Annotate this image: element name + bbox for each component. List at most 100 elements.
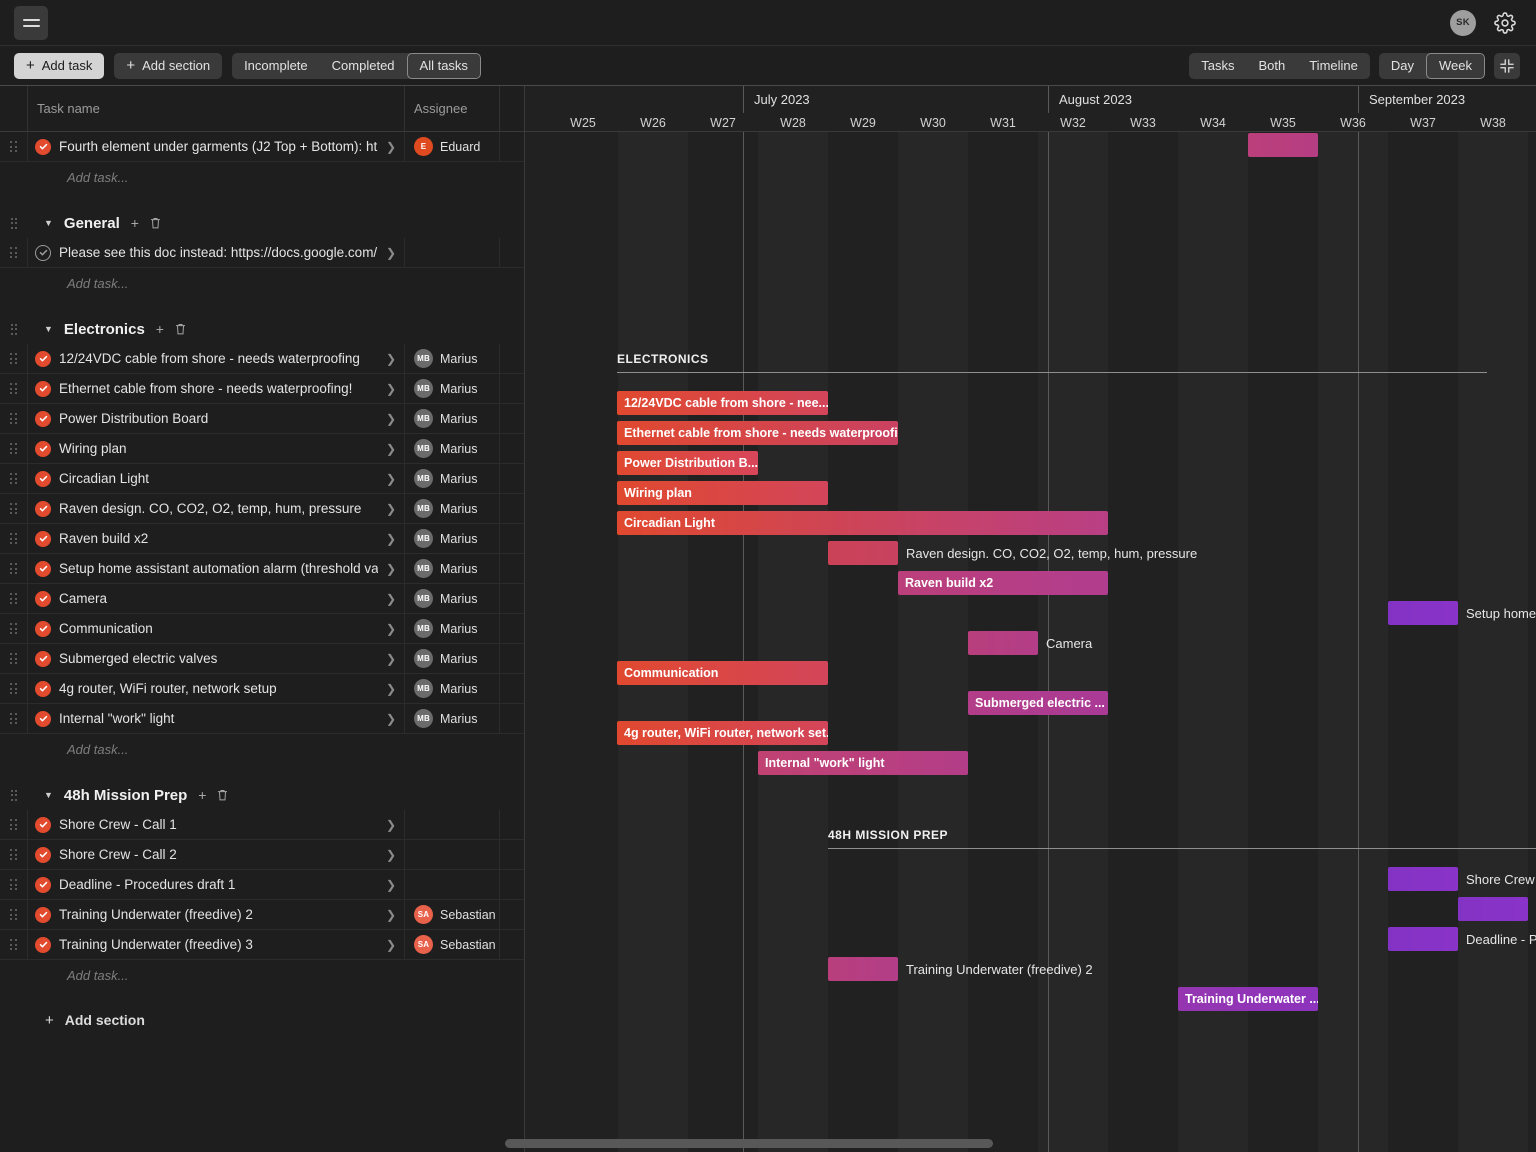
task-name-cell[interactable]: Raven design. CO, CO2, O2, temp, hum, pr… <box>28 494 405 523</box>
row-drag-handle[interactable] <box>0 238 28 267</box>
assignee-cell[interactable]: MB Marius <box>405 464 500 493</box>
task-name-cell[interactable]: 4g router, WiFi router, network setup ❯ <box>28 674 405 703</box>
gantt-bar[interactable]: Raven build x2 <box>898 571 1108 595</box>
horizontal-scrollbar[interactable] <box>505 1139 1531 1148</box>
gantt-bar[interactable]: 12/24VDC cable from shore - nee... <box>617 391 828 415</box>
row-drag-handle[interactable] <box>0 900 28 929</box>
task-complete-checkbox[interactable] <box>35 138 51 155</box>
column-header-assignee[interactable]: Assignee <box>405 86 500 131</box>
add-task-to-section-icon[interactable]: + <box>131 215 139 231</box>
table-row[interactable]: Shore Crew - Call 1 ❯ <box>0 810 524 840</box>
row-drag-handle[interactable] <box>0 810 28 839</box>
chevron-right-icon[interactable]: ❯ <box>386 352 400 366</box>
drag-handle-icon[interactable] <box>10 563 17 574</box>
gantt-bar[interactable] <box>968 631 1038 655</box>
gantt-bar[interactable] <box>828 957 898 981</box>
drag-handle-icon[interactable] <box>10 623 17 634</box>
filter-all-tasks[interactable]: All tasks <box>406 52 481 79</box>
task-complete-checkbox[interactable] <box>35 410 51 427</box>
table-row[interactable]: Raven design. CO, CO2, O2, temp, hum, pr… <box>0 494 524 524</box>
task-name-cell[interactable]: Deadline - Procedures draft 1 ❯ <box>28 870 405 899</box>
drag-handle-icon[interactable] <box>10 819 17 830</box>
row-drag-handle[interactable] <box>0 344 28 373</box>
drag-handle-icon[interactable] <box>10 217 18 229</box>
filter-incomplete[interactable]: Incomplete <box>232 53 320 79</box>
chevron-right-icon[interactable]: ❯ <box>386 908 400 922</box>
table-row[interactable]: Please see this doc instead: https://doc… <box>0 238 524 268</box>
chevron-right-icon[interactable]: ❯ <box>386 878 400 892</box>
chevron-right-icon[interactable]: ❯ <box>386 652 400 666</box>
add-task-inline[interactable]: Add task... <box>0 162 524 192</box>
task-name-cell[interactable]: Wiring plan ❯ <box>28 434 405 463</box>
row-drag-handle[interactable] <box>0 132 28 161</box>
chevron-right-icon[interactable]: ❯ <box>386 712 400 726</box>
table-row[interactable]: Training Underwater (freedive) 3 ❯ SA Se… <box>0 930 524 960</box>
table-row[interactable]: Communication ❯ MB Marius <box>0 614 524 644</box>
delete-section-icon[interactable] <box>175 323 186 335</box>
drag-handle-icon[interactable] <box>10 503 17 514</box>
assignee-cell[interactable]: MB Marius <box>405 404 500 433</box>
chevron-right-icon[interactable]: ❯ <box>386 818 400 832</box>
drag-handle-icon[interactable] <box>10 909 17 920</box>
row-drag-handle[interactable] <box>0 554 28 583</box>
filter-completed[interactable]: Completed <box>320 53 407 79</box>
task-name-cell[interactable]: Please see this doc instead: https://doc… <box>28 238 405 267</box>
task-name-cell[interactable]: Internal "work" light ❯ <box>28 704 405 733</box>
chevron-down-icon[interactable]: ▼ <box>44 324 53 334</box>
assignee-cell[interactable] <box>405 810 500 839</box>
row-drag-handle[interactable] <box>0 930 28 959</box>
section-drag-handle[interactable] <box>0 217 28 229</box>
table-row[interactable]: Raven build x2 ❯ MB Marius <box>0 524 524 554</box>
assignee-cell[interactable]: SA Sebastian <box>405 930 500 959</box>
assignee-cell[interactable]: E Eduard <box>405 132 500 161</box>
task-name-cell[interactable]: Training Underwater (freedive) 3 ❯ <box>28 930 405 959</box>
gantt-bar[interactable]: Ethernet cable from shore - needs waterp… <box>617 421 898 445</box>
chevron-right-icon[interactable]: ❯ <box>386 848 400 862</box>
row-drag-handle[interactable] <box>0 840 28 869</box>
assignee-cell[interactable] <box>405 238 500 267</box>
assignee-cell[interactable]: MB Marius <box>405 524 500 553</box>
add-task-inline[interactable]: Add task... <box>0 960 524 990</box>
chevron-right-icon[interactable]: ❯ <box>386 938 400 952</box>
chevron-right-icon[interactable]: ❯ <box>386 140 400 154</box>
gantt-bar[interactable]: Training Underwater ... <box>1178 987 1318 1011</box>
drag-handle-icon[interactable] <box>10 939 17 950</box>
view-mode-both[interactable]: Both <box>1246 53 1297 79</box>
drag-handle-icon[interactable] <box>10 879 17 890</box>
assignee-cell[interactable]: MB Marius <box>405 344 500 373</box>
gantt-bar[interactable]: Submerged electric ... <box>968 691 1108 715</box>
assignee-cell[interactable]: MB Marius <box>405 374 500 403</box>
section-drag-handle[interactable] <box>0 323 28 335</box>
gantt-bar[interactable]: Communication <box>617 661 828 685</box>
chevron-right-icon[interactable]: ❯ <box>386 562 400 576</box>
chevron-right-icon[interactable]: ❯ <box>386 592 400 606</box>
drag-handle-icon[interactable] <box>10 713 17 724</box>
zoom-week[interactable]: Week <box>1426 52 1485 79</box>
chevron-right-icon[interactable]: ❯ <box>386 472 400 486</box>
table-row[interactable]: 4g router, WiFi router, network setup ❯ … <box>0 674 524 704</box>
add-section-button[interactable]: + Add section <box>114 52 223 79</box>
gear-icon[interactable] <box>1494 11 1516 34</box>
drag-handle-icon[interactable] <box>10 443 17 454</box>
add-section-bottom-button[interactable]: + Add section <box>0 1002 524 1038</box>
task-name-cell[interactable]: Circadian Light ❯ <box>28 464 405 493</box>
drag-handle-icon[interactable] <box>10 247 17 258</box>
table-row[interactable]: Internal "work" light ❯ MB Marius <box>0 704 524 734</box>
task-complete-checkbox[interactable] <box>35 876 51 893</box>
chevron-down-icon[interactable]: ▼ <box>44 790 53 800</box>
drag-handle-icon[interactable] <box>10 141 17 152</box>
gantt-bar[interactable]: Internal "work" light <box>758 751 968 775</box>
gantt-bar[interactable]: 4g router, WiFi router, network set... <box>617 721 828 745</box>
task-name-cell[interactable]: Training Underwater (freedive) 2 ❯ <box>28 900 405 929</box>
table-row[interactable]: Setup home assistant automation alarm (t… <box>0 554 524 584</box>
task-complete-checkbox[interactable] <box>35 244 51 261</box>
row-drag-handle[interactable] <box>0 434 28 463</box>
collapse-icon[interactable] <box>1494 52 1520 79</box>
table-row[interactable]: Ethernet cable from shore - needs waterp… <box>0 374 524 404</box>
drag-handle-icon[interactable] <box>10 383 17 394</box>
chevron-right-icon[interactable]: ❯ <box>386 682 400 696</box>
task-complete-checkbox[interactable] <box>35 530 51 547</box>
row-drag-handle[interactable] <box>0 524 28 553</box>
chevron-right-icon[interactable]: ❯ <box>386 442 400 456</box>
task-name-cell[interactable]: Power Distribution Board ❯ <box>28 404 405 433</box>
